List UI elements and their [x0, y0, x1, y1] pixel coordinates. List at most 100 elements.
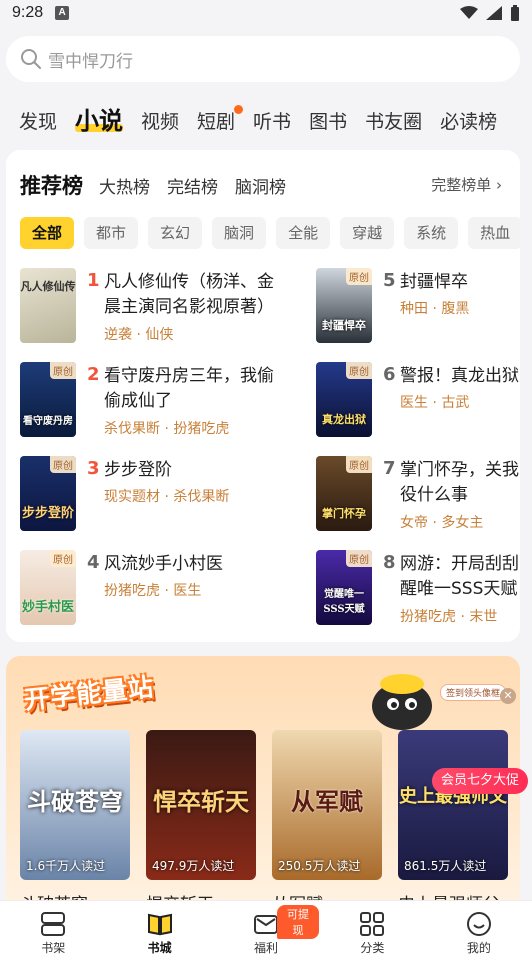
read-count: 497.9万人读过: [152, 859, 235, 873]
promo-book-cover[interactable]: 悍卒斩天 497.9万人读过: [146, 730, 256, 880]
cover-title: 真龙出狱: [322, 413, 366, 426]
book-cover: 原创 妙手村医: [20, 550, 76, 625]
rank-number: 1: [87, 270, 100, 291]
original-tag: 原创: [346, 456, 372, 473]
book-tags: 杀伐果断 · 扮猪吃虎: [104, 421, 230, 437]
nav-bookstore[interactable]: 书城: [106, 901, 212, 964]
rank-tab-brainhole[interactable]: 脑洞榜: [235, 173, 286, 198]
original-tag: 原创: [50, 362, 76, 379]
book-item[interactable]: 原创 掌门怀孕 7 掌门怀孕，关我役什么事 女帝 · 多女主: [316, 456, 532, 536]
book-cover: 原创 封疆悍卒: [316, 268, 372, 343]
rank-tab-recommend[interactable]: 推荐榜: [20, 170, 83, 200]
bottom-nav: 书架 书城 可提现 福利 分类 我的: [0, 900, 532, 964]
grid-icon: [360, 912, 385, 936]
book-item[interactable]: 原创 真龙出狱 6 警报！真龙出狱 医生 · 古武: [316, 362, 532, 442]
nav-label: 书城: [147, 941, 172, 955]
rank-number: 7: [383, 458, 396, 479]
rank-card: 推荐榜 大热榜 完结榜 脑洞榜 完整榜单 › 全部 都市 玄幻 脑洞 全能 穿越…: [6, 150, 520, 642]
original-tag: 原创: [346, 550, 372, 567]
promo-cover-title: 从军赋: [291, 787, 363, 816]
promo-cover-title: 悍卒斩天: [153, 787, 249, 816]
tab-books[interactable]: 图书: [309, 107, 347, 140]
original-tag: 原创: [50, 456, 76, 473]
rank-tabs: 推荐榜 大热榜 完结榜 脑洞榜: [20, 170, 303, 200]
rank-number: 6: [383, 364, 396, 385]
promo-book-cover[interactable]: 从军赋 250.5万人读过: [272, 730, 382, 880]
nav-bookshelf[interactable]: 书架: [0, 901, 106, 964]
tab-short-drama[interactable]: 短剧: [197, 105, 244, 140]
book-title: 步步登阶: [104, 460, 172, 480]
nav-welfare[interactable]: 可提现 福利: [213, 901, 320, 964]
book-item[interactable]: 原创 觉醒唯一SSS天赋 8 网游：开局刮刮醒唯一SSS天赋 扮猪吃虎 · 末世: [316, 550, 532, 630]
tab-must-read[interactable]: 必读榜: [440, 107, 497, 140]
original-tag: 原创: [50, 550, 76, 567]
status-bar: 9:28 A: [0, 0, 532, 26]
rank-number: 3: [87, 458, 100, 479]
chip-system[interactable]: 系统: [404, 217, 459, 249]
book-tags: 逆袭 · 仙侠: [104, 327, 174, 343]
nav-label: 福利: [254, 941, 279, 955]
tab-novel[interactable]: 小说: [75, 101, 124, 140]
tab-short-drama-label: 短剧: [197, 111, 236, 133]
vip-promo-badge[interactable]: 会员七夕大促: [432, 768, 529, 794]
book-tags: 扮猪吃虎 · 医生: [104, 583, 202, 599]
smile-face-icon: [466, 912, 491, 936]
search-placeholder: 雪中悍刀行: [48, 51, 133, 72]
category-chips: 全部 都市 玄幻 脑洞 全能 穿越 系统 热血: [20, 217, 520, 249]
cover-title: 凡人修仙传: [20, 280, 76, 293]
nav-category[interactable]: 分类: [319, 901, 425, 964]
chip-fantasy[interactable]: 玄幻: [148, 217, 203, 249]
read-count: 1.6千万人读过: [26, 859, 106, 873]
tab-audiobook[interactable]: 听书: [253, 107, 291, 140]
signal-icon: [486, 6, 502, 20]
promo-title: 开学能量站: [22, 672, 156, 715]
book-tags: 女帝 · 多女主: [400, 515, 484, 531]
book-item[interactable]: 原创 步步登阶 3 步步登阶 现实题材 · 杀伐果断: [20, 456, 270, 536]
frame-reward-pill[interactable]: 签到领头像框: [440, 684, 507, 701]
book-tags: 种田 · 腹黑: [400, 301, 470, 317]
nav-profile[interactable]: 我的: [426, 901, 532, 964]
book-cover: 原创 真龙出狱: [316, 362, 372, 437]
open-book-icon: [147, 913, 172, 936]
tab-video[interactable]: 视频: [141, 107, 179, 140]
book-tags: 医生 · 古武: [400, 395, 470, 411]
original-tag: 原创: [346, 362, 372, 379]
search-input[interactable]: 雪中悍刀行: [6, 36, 520, 82]
rank-number: 4: [87, 552, 100, 573]
chip-allround[interactable]: 全能: [276, 217, 331, 249]
book-item[interactable]: 原创 妙手村医 4 风流妙手小村医 扮猪吃虎 · 医生: [20, 550, 270, 630]
chip-hot-blood[interactable]: 热血: [468, 217, 520, 249]
rank-number: 8: [383, 552, 396, 573]
full-list-link[interactable]: 完整榜单 ›: [431, 174, 502, 195]
promo-book-cover[interactable]: 史上最强师父 861.5万人读过: [398, 730, 508, 880]
cover-title: 觉醒唯一SSS天赋: [323, 589, 365, 615]
chip-urban[interactable]: 都市: [84, 217, 139, 249]
chip-all[interactable]: 全部: [20, 217, 75, 249]
tab-book-circle[interactable]: 书友圈: [365, 107, 422, 140]
cover-title: 妙手村医: [21, 600, 74, 615]
close-icon[interactable]: ✕: [500, 688, 516, 704]
cover-title: 封疆悍卒: [322, 319, 366, 332]
book-cover: 原创 掌门怀孕: [316, 456, 372, 531]
book-item[interactable]: 原创 看守废丹房 2 看守废丹房三年，我偷偷成仙了 杀伐果断 · 扮猪吃虎: [20, 362, 274, 442]
book-title: 警报！真龙出狱: [400, 366, 519, 386]
book-item[interactable]: 原创 封疆悍卒 5 封疆悍卒 种田 · 腹黑: [316, 268, 532, 348]
book-title: 封疆悍卒: [400, 272, 468, 292]
search-icon: [21, 49, 41, 69]
book-cover: 凡人修仙传: [20, 268, 76, 343]
new-dot: [234, 105, 244, 114]
chip-brainhole[interactable]: 脑洞: [212, 217, 267, 249]
notification-icon: A: [55, 6, 70, 20]
nav-label: 我的: [466, 941, 491, 955]
rank-tab-hot[interactable]: 大热榜: [99, 173, 150, 198]
chip-time-travel[interactable]: 穿越: [340, 217, 395, 249]
clock: 9:28: [12, 4, 44, 21]
book-cover: 原创 看守废丹房: [20, 362, 76, 437]
tab-discover[interactable]: 发现: [19, 107, 57, 140]
book-item[interactable]: 凡人修仙传 1 凡人修仙传（杨洋、金晨主演同名影视原著） 逆袭 · 仙侠: [20, 268, 274, 348]
rank-tab-finished[interactable]: 完结榜: [167, 173, 218, 198]
promo-book-cover[interactable]: 斗破苍穹 1.6千万人读过: [20, 730, 130, 880]
channel-tabs: 发现 小说 视频 短剧 听书 图书 书友圈 必读榜: [0, 96, 532, 140]
book-title: 网游：开局刮刮醒唯一SSS天赋: [400, 554, 519, 599]
original-tag: 原创: [346, 268, 372, 285]
